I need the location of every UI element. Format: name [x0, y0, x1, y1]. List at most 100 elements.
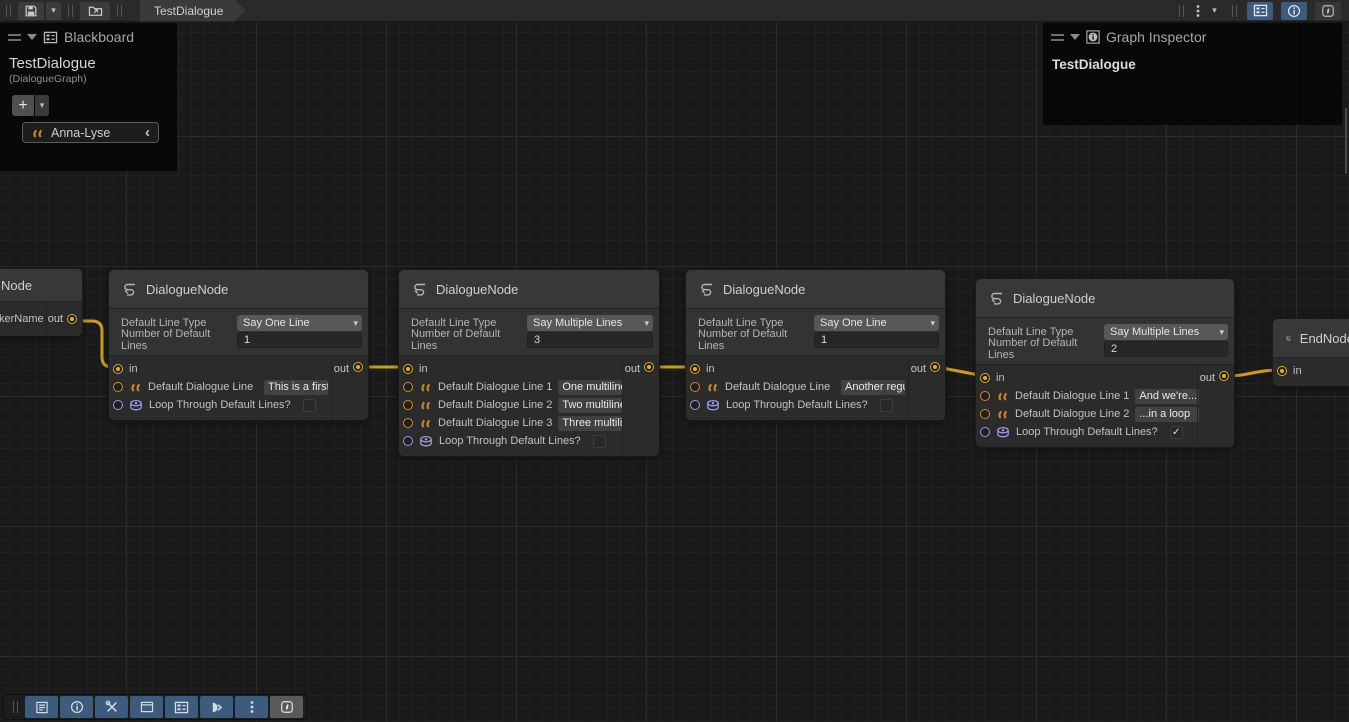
graph-tab[interactable]: TestDialogue	[140, 0, 245, 22]
default-dialogue-line-1-port[interactable]	[403, 382, 413, 392]
toggle-transitions-button[interactable]	[200, 696, 233, 718]
end-node[interactable]: EndNodein	[1272, 318, 1349, 387]
toolbar-drag-handle[interactable]	[13, 701, 18, 713]
info-icon	[70, 700, 84, 714]
default-dialogue-line-2-input[interactable]: Two multiline	[558, 398, 622, 413]
node-header[interactable]: DialogueNode	[686, 270, 945, 309]
node-header[interactable]: DialogueNode	[399, 270, 659, 309]
bottom-toolbar	[3, 694, 308, 720]
in-port[interactable]	[1277, 366, 1287, 376]
collapse-triangle-icon[interactable]	[27, 34, 37, 40]
default-dialogue-line-1-input[interactable]: And we're...	[1135, 389, 1199, 404]
toggle-console-button[interactable]	[25, 696, 58, 718]
out-port[interactable]	[930, 362, 940, 372]
toolbar-drag-handle[interactable]	[1232, 5, 1237, 17]
panel-drag-handle[interactable]	[1051, 34, 1064, 41]
in-port[interactable]	[113, 364, 123, 374]
loop-through-default-lines-port[interactable]	[113, 400, 123, 410]
spark-button[interactable]	[1315, 2, 1341, 20]
node-flow-icon	[988, 290, 1005, 307]
toggle-window-button[interactable]	[130, 696, 163, 718]
out-port[interactable]	[1219, 371, 1229, 381]
in-port[interactable]	[403, 364, 413, 374]
open-asset-button[interactable]	[80, 2, 110, 20]
dialogue-node[interactable]: DialogueNodeDefault Line TypeSay One Lin…	[685, 269, 946, 421]
default-dialogue-line-input[interactable]: Another regu	[841, 380, 905, 395]
panel-drag-handle[interactable]	[8, 34, 21, 41]
number-of-default-lines-input[interactable]: 2	[1104, 341, 1228, 357]
loop-through-default-lines-port[interactable]	[980, 427, 990, 437]
loop-through-default-lines-port[interactable]	[403, 436, 413, 446]
chevron-left-icon[interactable]: ‹	[145, 125, 150, 140]
default-line-type-dropdown[interactable]: Say One Line▾	[814, 315, 939, 331]
toolbar-drag-handle[interactable]	[6, 5, 11, 17]
node-header[interactable]: EndNode	[1273, 319, 1349, 358]
number-of-default-lines-input[interactable]: 3	[527, 332, 653, 348]
default-dialogue-line-port[interactable]	[690, 382, 700, 392]
field-label: Number of Default Lines	[411, 328, 527, 352]
node-header[interactable]: Node	[0, 269, 82, 302]
out-port[interactable]	[353, 362, 363, 372]
in-port-label: in	[706, 363, 715, 375]
toggle-inspector-button[interactable]	[60, 696, 93, 718]
dropdown-caret-icon: ▾	[40, 101, 45, 110]
number-of-default-lines-input[interactable]: 1	[814, 332, 939, 348]
default-line-type-dropdown[interactable]: Say Multiple Lines▾	[1104, 324, 1228, 340]
toolbar-drag-handle[interactable]	[1179, 5, 1184, 17]
node-fields: Default Line TypeSay Multiple Lines▾Numb…	[976, 318, 1234, 365]
node-header[interactable]: DialogueNode	[976, 279, 1234, 318]
scrollbar[interactable]	[1345, 108, 1347, 174]
toggle-tools-button[interactable]	[95, 696, 128, 718]
collapse-triangle-icon[interactable]	[1070, 34, 1080, 40]
port-label: Default Dialogue Line 2	[1015, 408, 1129, 420]
loop-through-default-lines-checkbox[interactable]	[303, 399, 316, 412]
node-flow-icon	[1285, 330, 1292, 347]
add-property-button[interactable]: +	[12, 95, 34, 116]
number-of-default-lines-input[interactable]: 1	[237, 332, 362, 348]
out-port[interactable]	[644, 362, 654, 372]
save-dropdown-button[interactable]: ▾	[46, 2, 61, 20]
default-dialogue-line-2-port[interactable]	[980, 409, 990, 419]
default-dialogue-line-input[interactable]: This is a first	[264, 380, 328, 395]
toolbar-drag-handle[interactable]	[117, 5, 122, 17]
quote-icon	[129, 381, 142, 393]
default-line-type-dropdown[interactable]: Say Multiple Lines▾	[527, 315, 653, 331]
overflow-menu-button[interactable]	[235, 696, 268, 718]
toggle-blackboard-button[interactable]	[1247, 2, 1273, 20]
add-property-caret-button[interactable]: ▾	[35, 95, 49, 116]
default-dialogue-line-2-input[interactable]: ...in a loop	[1135, 407, 1199, 422]
loop-through-default-lines-port[interactable]	[690, 400, 700, 410]
save-button[interactable]	[18, 2, 44, 20]
chevron-down-icon: ▾	[644, 318, 649, 329]
default-dialogue-line-3-port[interactable]	[403, 418, 413, 428]
default-dialogue-line-port[interactable]	[113, 382, 123, 392]
info-icon	[1287, 4, 1301, 18]
overflow-caret-button[interactable]: ▾	[1207, 2, 1222, 20]
graph-inspector-panel: Graph Inspector TestDialogue	[1043, 23, 1342, 125]
node-header[interactable]: DialogueNode	[109, 270, 368, 309]
spark-button[interactable]	[270, 696, 303, 718]
default-dialogue-line-1-input[interactable]: One multiline	[558, 380, 622, 395]
blackboard-property[interactable]: Anna-Lyse ‹	[22, 122, 159, 143]
partial-node[interactable]: Node kerName out	[0, 268, 83, 336]
document-icon	[35, 701, 49, 714]
toggle-inspector-button[interactable]	[1281, 2, 1307, 20]
out-port[interactable]	[67, 314, 77, 324]
graph-tab-label: TestDialogue	[154, 4, 223, 18]
dialogue-node[interactable]: DialogueNodeDefault Line TypeSay Multipl…	[975, 278, 1235, 448]
loop-through-default-lines-checkbox[interactable]	[593, 435, 606, 448]
in-port[interactable]	[690, 364, 700, 374]
node-title: DialogueNode	[436, 282, 518, 297]
toolbar-drag-handle[interactable]	[68, 5, 73, 17]
loop-through-default-lines-checkbox[interactable]: ✓	[1170, 426, 1183, 439]
default-dialogue-line-3-input[interactable]: Three multili	[558, 416, 622, 431]
default-line-type-dropdown[interactable]: Say One Line▾	[237, 315, 362, 331]
dialogue-node[interactable]: DialogueNodeDefault Line TypeSay One Lin…	[108, 269, 369, 421]
default-dialogue-line-1-port[interactable]	[980, 391, 990, 401]
default-dialogue-line-2-port[interactable]	[403, 400, 413, 410]
dialogue-node[interactable]: DialogueNodeDefault Line TypeSay Multipl…	[398, 269, 660, 457]
in-port[interactable]	[980, 373, 990, 383]
toggle-blackboard-button[interactable]	[165, 696, 198, 718]
loop-through-default-lines-checkbox[interactable]	[880, 399, 893, 412]
overflow-menu-button[interactable]	[1191, 2, 1205, 20]
